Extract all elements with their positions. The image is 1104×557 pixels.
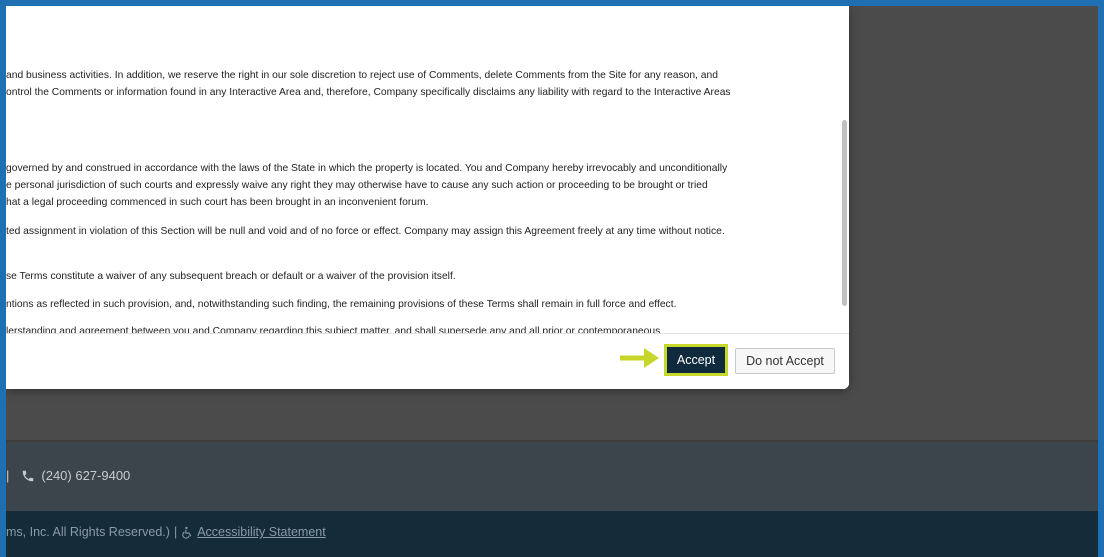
terms-modal: and business activities. In addition, we… xyxy=(6,6,849,389)
terms-line: ontrol the Comments or information found… xyxy=(6,87,731,98)
terms-line: governed by and construed in accordance … xyxy=(6,163,728,174)
accessibility-statement-label: Accessibility Statement xyxy=(197,525,326,539)
footer-line: ms, Inc. All Rights Reserved.) | Accessi… xyxy=(6,525,326,539)
terms-line: ted assignment in violation of this Sect… xyxy=(6,226,725,237)
do-not-accept-button[interactable]: Do not Accept xyxy=(735,348,835,374)
terms-scroll-area[interactable]: and business activities. In addition, we… xyxy=(6,6,849,333)
accessibility-icon xyxy=(182,526,192,539)
phone-icon xyxy=(23,470,34,481)
footer-separator: | xyxy=(173,525,178,539)
terms-line: e personal jurisdiction of such courts a… xyxy=(6,180,708,191)
contact-bar: | (240) 627-9400 xyxy=(6,442,1098,511)
accessibility-statement-link[interactable]: Accessibility Statement xyxy=(181,525,326,539)
terms-line: se Terms constitute a waiver of any subs… xyxy=(6,271,456,282)
terms-scrollbar-thumb[interactable] xyxy=(842,120,847,306)
copyright-text: ms, Inc. All Rights Reserved.) xyxy=(6,525,170,539)
browser-viewport: | (240) 627-9400 ms, Inc. All Rights Res… xyxy=(6,6,1098,557)
phone-number[interactable]: (240) 627-9400 xyxy=(41,468,130,483)
terms-line: ntions as reflected in such provision, a… xyxy=(6,299,677,310)
terms-line: and business activities. In addition, we… xyxy=(6,70,718,81)
contact-separator: | xyxy=(6,468,10,483)
footer-bar: ms, Inc. All Rights Reserved.) | Accessi… xyxy=(6,511,1098,557)
modal-footer: Accept Do not Accept xyxy=(6,333,849,389)
terms-scrollbar[interactable] xyxy=(839,6,849,333)
terms-line: hat a legal proceeding commenced in such… xyxy=(6,197,429,208)
accept-button[interactable]: Accept xyxy=(664,344,728,376)
arrow-right-icon xyxy=(620,348,659,368)
terms-line: lerstanding and agreement between you an… xyxy=(6,326,661,333)
contact-line: | (240) 627-9400 xyxy=(6,468,130,483)
